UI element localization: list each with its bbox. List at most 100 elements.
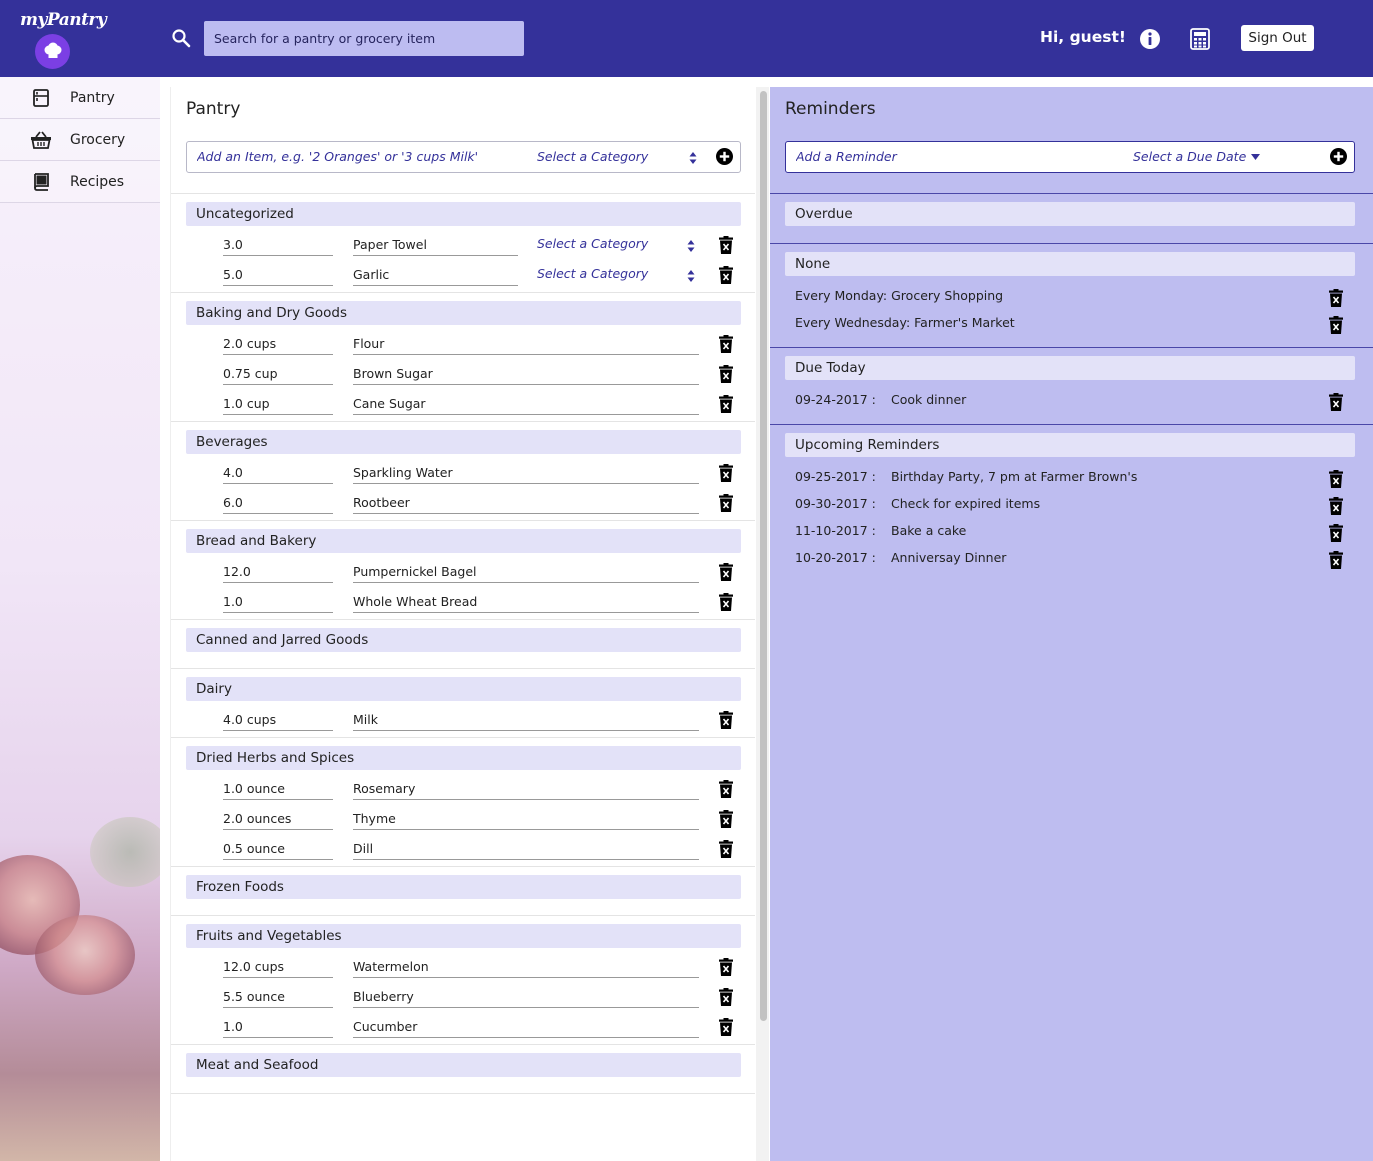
delete-item-icon[interactable] bbox=[719, 988, 733, 1006]
category-header[interactable]: Fruits and Vegetables bbox=[186, 924, 741, 948]
item-quantity-field[interactable]: 12.0 bbox=[223, 563, 333, 583]
delete-item-icon[interactable] bbox=[719, 236, 733, 254]
item-quantity-field[interactable]: 4.0 cups bbox=[223, 711, 333, 731]
delete-reminder-icon[interactable] bbox=[1329, 497, 1343, 515]
select-arrows-icon bbox=[689, 152, 697, 164]
item-name-field[interactable]: Pumpernickel Bagel bbox=[353, 563, 699, 583]
item-quantity-field[interactable]: 5.5 ounce bbox=[223, 988, 333, 1008]
item-category-select[interactable]: Select a Category bbox=[537, 266, 648, 281]
divider bbox=[171, 1044, 755, 1045]
category-header[interactable]: Dairy bbox=[186, 677, 741, 701]
item-quantity-field[interactable]: 3.0 bbox=[223, 236, 333, 256]
item-name-field[interactable]: Dill bbox=[353, 840, 699, 860]
add-item-input[interactable] bbox=[197, 149, 527, 164]
add-reminder-form: Select a Due Date bbox=[785, 141, 1355, 173]
item-name-field[interactable]: Sparkling Water bbox=[353, 464, 699, 484]
divider bbox=[171, 193, 755, 194]
delete-item-icon[interactable] bbox=[719, 395, 733, 413]
item-name-field[interactable]: Thyme bbox=[353, 810, 699, 830]
category-header[interactable]: Canned and Jarred Goods bbox=[186, 628, 741, 652]
delete-reminder-icon[interactable] bbox=[1329, 551, 1343, 569]
sidebar-item-grocery[interactable]: Grocery bbox=[0, 119, 160, 161]
item-name-field[interactable]: Cucumber bbox=[353, 1018, 699, 1038]
category-header[interactable]: Uncategorized bbox=[186, 202, 741, 226]
item-quantity-field[interactable]: 1.0 cup bbox=[223, 395, 333, 415]
info-icon[interactable] bbox=[1139, 28, 1161, 50]
app-logo[interactable]: myPantry bbox=[18, 8, 107, 70]
item-quantity-field[interactable]: 2.0 cups bbox=[223, 335, 333, 355]
item-name-field[interactable]: Whole Wheat Bread bbox=[353, 593, 699, 613]
pantry-item-row: 12.0 cups Watermelon bbox=[223, 956, 743, 978]
delete-item-icon[interactable] bbox=[719, 711, 733, 729]
logo-text: myPantry bbox=[20, 10, 107, 30]
category-select[interactable]: Select a Category bbox=[537, 149, 648, 164]
sidebar-item-recipes[interactable]: Recipes bbox=[0, 161, 160, 203]
item-name-field[interactable]: Cane Sugar bbox=[353, 395, 699, 415]
item-category-select[interactable]: Select a Category bbox=[537, 236, 648, 251]
add-reminder-input[interactable] bbox=[796, 149, 1116, 164]
item-name-field[interactable]: Garlic bbox=[353, 266, 518, 286]
delete-item-icon[interactable] bbox=[719, 563, 733, 581]
delete-item-icon[interactable] bbox=[719, 365, 733, 383]
category-header[interactable]: Baking and Dry Goods bbox=[186, 301, 741, 325]
pantry-item-row: 4.0 Sparkling Water bbox=[223, 462, 743, 484]
pantry-item-row: 1.0 Cucumber bbox=[223, 1016, 743, 1038]
item-quantity-field[interactable]: 1.0 bbox=[223, 1018, 333, 1038]
item-quantity-field[interactable]: 5.0 bbox=[223, 266, 333, 286]
item-name-field[interactable]: Paper Towel bbox=[353, 236, 518, 256]
item-quantity-field[interactable]: 12.0 cups bbox=[223, 958, 333, 978]
delete-reminder-icon[interactable] bbox=[1329, 524, 1343, 542]
item-quantity-field[interactable]: 6.0 bbox=[223, 494, 333, 514]
reminder-date: 09-24-2017 : bbox=[795, 392, 876, 407]
add-reminder-plus-icon[interactable] bbox=[1330, 148, 1347, 165]
item-quantity-field[interactable]: 1.0 ounce bbox=[223, 780, 333, 800]
item-name-field[interactable]: Rootbeer bbox=[353, 494, 699, 514]
reminder-text: Birthday Party, 7 pm at Farmer Brown's bbox=[891, 469, 1138, 484]
item-name-field[interactable]: Flour bbox=[353, 335, 699, 355]
item-quantity-field[interactable]: 2.0 ounces bbox=[223, 810, 333, 830]
pantry-item-row: 1.0 ounce Rosemary bbox=[223, 778, 743, 800]
item-name-field[interactable]: Rosemary bbox=[353, 780, 699, 800]
category-header[interactable]: Dried Herbs and Spices bbox=[186, 746, 741, 770]
category-header[interactable]: Bread and Bakery bbox=[186, 529, 741, 553]
item-name-field[interactable]: Brown Sugar bbox=[353, 365, 699, 385]
background-photo-fig bbox=[35, 915, 135, 995]
item-name-field[interactable]: Milk bbox=[353, 711, 699, 731]
item-quantity-field[interactable]: 0.5 ounce bbox=[223, 840, 333, 860]
sidebar-item-pantry[interactable]: Pantry bbox=[0, 77, 160, 119]
reminder-date: 09-25-2017 : bbox=[795, 469, 876, 484]
item-quantity-field[interactable]: 1.0 bbox=[223, 593, 333, 613]
category-header[interactable]: Meat and Seafood bbox=[186, 1053, 741, 1077]
delete-reminder-icon[interactable] bbox=[1329, 316, 1343, 334]
delete-item-icon[interactable] bbox=[719, 266, 733, 284]
delete-item-icon[interactable] bbox=[719, 593, 733, 611]
pantry-scrollbar-thumb[interactable] bbox=[760, 91, 767, 1021]
item-name-field[interactable]: Watermelon bbox=[353, 958, 699, 978]
due-date-select[interactable]: Select a Due Date bbox=[1133, 149, 1246, 164]
add-item-plus-icon[interactable] bbox=[716, 148, 733, 165]
divider bbox=[171, 915, 755, 916]
item-name-field[interactable]: Blueberry bbox=[353, 988, 699, 1008]
calculator-icon[interactable] bbox=[1190, 28, 1210, 50]
pantry-item-row: 3.0 Paper Towel Select a Category bbox=[223, 234, 743, 256]
category-header[interactable]: Frozen Foods bbox=[186, 875, 741, 899]
delete-item-icon[interactable] bbox=[719, 494, 733, 512]
sign-out-button[interactable]: Sign Out bbox=[1241, 25, 1314, 51]
delete-reminder-icon[interactable] bbox=[1329, 470, 1343, 488]
delete-item-icon[interactable] bbox=[719, 335, 733, 353]
pantry-item-row: 4.0 cups Milk bbox=[223, 709, 743, 731]
search-icon[interactable] bbox=[171, 28, 191, 48]
category-header[interactable]: Beverages bbox=[186, 430, 741, 454]
item-quantity-field[interactable]: 0.75 cup bbox=[223, 365, 333, 385]
delete-item-icon[interactable] bbox=[719, 958, 733, 976]
search-input[interactable] bbox=[204, 21, 524, 56]
delete-item-icon[interactable] bbox=[719, 780, 733, 798]
delete-reminder-icon[interactable] bbox=[1329, 393, 1343, 411]
delete-item-icon[interactable] bbox=[719, 810, 733, 828]
delete-item-icon[interactable] bbox=[719, 464, 733, 482]
delete-item-icon[interactable] bbox=[719, 840, 733, 858]
pantry-item-row: 1.0 Whole Wheat Bread bbox=[223, 591, 743, 613]
item-quantity-field[interactable]: 4.0 bbox=[223, 464, 333, 484]
delete-item-icon[interactable] bbox=[719, 1018, 733, 1036]
delete-reminder-icon[interactable] bbox=[1329, 289, 1343, 307]
